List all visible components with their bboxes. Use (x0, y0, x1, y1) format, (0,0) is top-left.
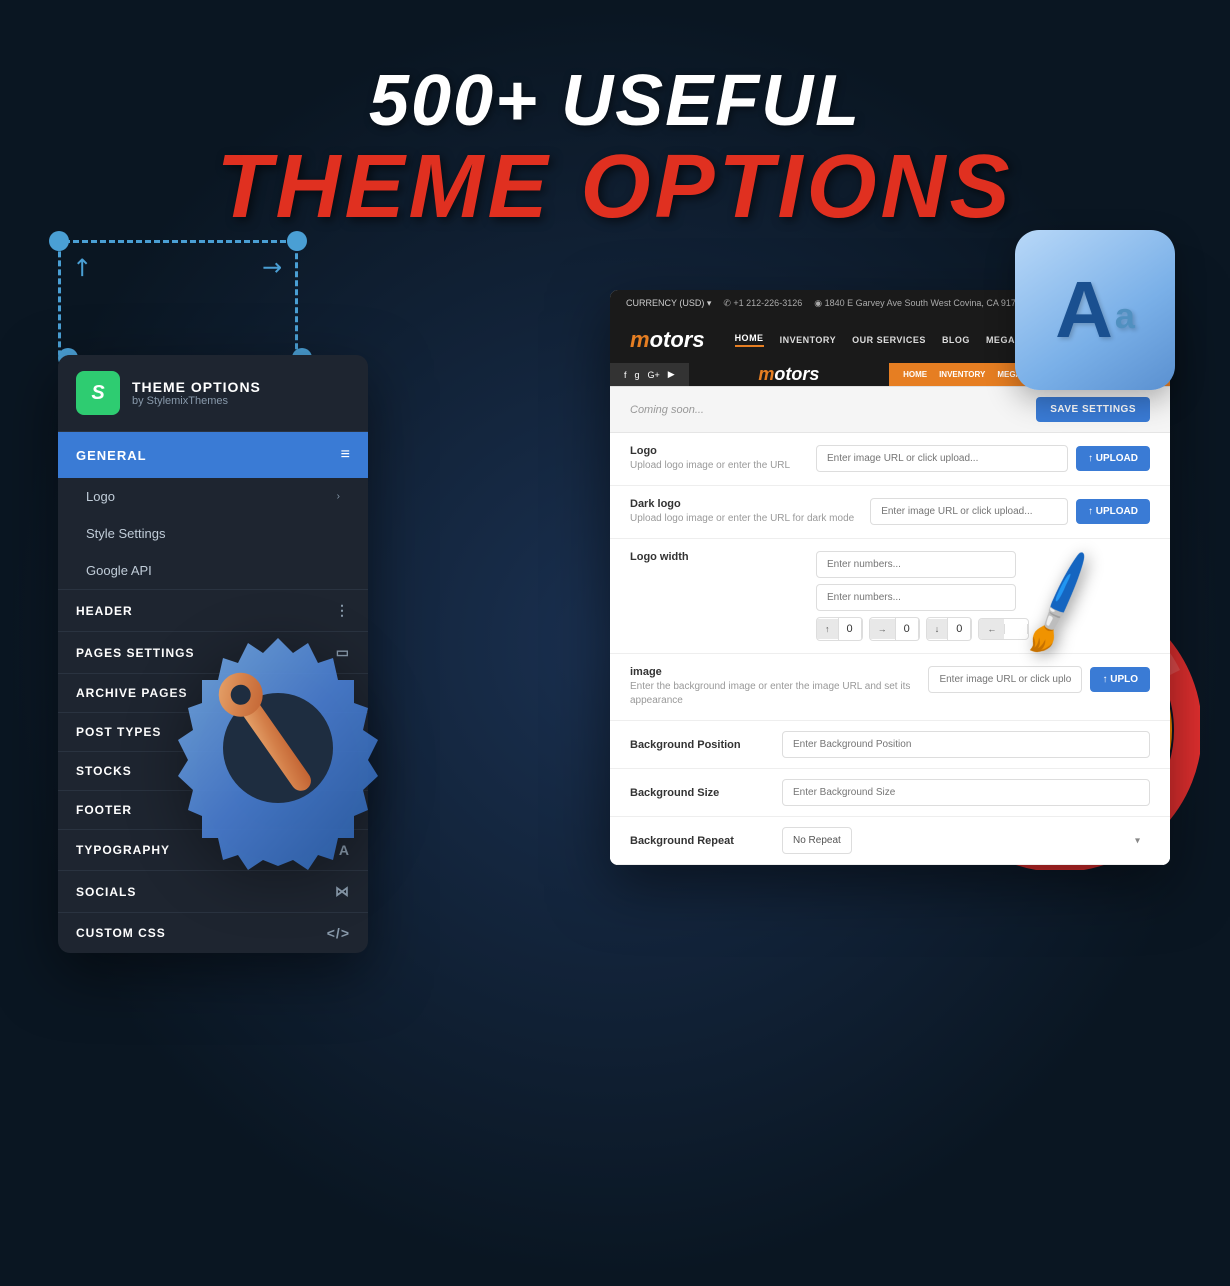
bg-position-input[interactable] (782, 731, 1150, 758)
num-right-group: → 0 (869, 617, 920, 641)
hero-line1: 500+ USEFUL (216, 60, 1013, 142)
num-down-group: ↓ 0 (926, 617, 973, 641)
menu-google-api[interactable]: Google API (58, 552, 368, 589)
nav-inventory[interactable]: INVENTORY (780, 335, 837, 345)
bg-image-input-group: ↑ UPLO (928, 666, 1150, 693)
dark-logo-row: Dark logo Upload logo image or enter the… (610, 486, 1170, 539)
footer-label: FOOTER (76, 803, 132, 817)
hero-section: 500+ USEFUL THEME OPTIONS (216, 60, 1013, 232)
typography-decoration: Aa (1015, 230, 1175, 390)
bg-size-input[interactable] (782, 779, 1150, 806)
google-api-label: Google API (86, 563, 152, 578)
phone-number: ✆ +1 212-226-3126 (723, 298, 802, 309)
currency-selector[interactable]: CURRENCY (USD) ▾ (626, 298, 711, 309)
chevron-icon: › (337, 491, 340, 502)
logo-field-label: Logo (630, 445, 800, 457)
bg-image-row: image Enter the background image or ente… (610, 654, 1170, 721)
coming-soon: Coming soon... (630, 404, 704, 416)
num-down-arrow[interactable]: ↓ (927, 619, 948, 639)
dark-logo-input-group: ↑ UPLOAD (870, 498, 1150, 525)
logo-input-group: ↑ UPLOAD (816, 445, 1150, 472)
typo-small-a: a (1115, 295, 1135, 336)
num-up-group: ↑ 0 (816, 617, 863, 641)
yt-icon: ▶ (668, 369, 675, 380)
logo-url-input[interactable] (816, 445, 1068, 472)
fb-icon-2: f (624, 370, 627, 380)
panel-header: S THEME OPTIONS by StylemixThemes (58, 355, 368, 432)
menu-general[interactable]: GENERAL ≡ (58, 432, 368, 478)
bg-repeat-label: Background Repeat (630, 835, 770, 847)
dark-logo-url-input[interactable] (870, 498, 1068, 525)
dark-logo-upload-button[interactable]: ↑ UPLOAD (1076, 499, 1150, 524)
filter-icon: ≡ (341, 446, 350, 464)
bg-image-url-input[interactable] (928, 666, 1082, 693)
gplus-icon-2: G+ (648, 370, 660, 380)
logo-width-field-label: Logo width (630, 551, 800, 563)
save-settings-button[interactable]: SAVE SETTINGS (1036, 397, 1150, 422)
logo-label: Logo (86, 489, 115, 504)
bg-repeat-select-wrapper: No Repeat Repeat Repeat X Repeat Y (782, 827, 1150, 854)
panel-subtitle: by StylemixThemes (132, 395, 261, 407)
logo-label-group: Logo Upload logo image or enter the URL (630, 445, 800, 473)
typo-bg: Aa (1015, 230, 1175, 390)
gplus-icon: g (635, 370, 640, 380)
bg-repeat-select[interactable]: No Repeat Repeat Repeat X Repeat Y (782, 827, 852, 854)
logo-width-input-1[interactable] (816, 551, 1016, 578)
bg-image-field-desc: Enter the background image or enter the … (630, 680, 912, 708)
typo-letter-a: Aa (1055, 270, 1135, 350)
general-label: GENERAL (76, 448, 147, 463)
style-settings-label: Style Settings (86, 526, 166, 541)
header-label: HEADER (76, 604, 133, 618)
bg-image-field-label: image (630, 666, 912, 678)
stocks-label: STOCKS (76, 764, 132, 778)
num-down-value: 0 (947, 618, 971, 640)
logo-upload-button[interactable]: ↑ UPLOAD (1076, 446, 1150, 471)
dark-logo-field-desc: Upload logo image or enter the URL for d… (630, 512, 854, 526)
bg-position-label: Background Position (630, 739, 770, 751)
socials-label: SOCIALS (76, 885, 136, 899)
panel-logo: S (76, 371, 120, 415)
num-up-arrow[interactable]: ↑ (817, 619, 838, 639)
menu-logo[interactable]: Logo › (58, 478, 368, 515)
nav-home[interactable]: HOME (735, 333, 764, 347)
social-bar: f g G+ ▶ (610, 363, 689, 386)
hero-line2: THEME OPTIONS (216, 142, 1013, 232)
logo-width-input-2[interactable] (816, 584, 1016, 611)
logo-width-label: Logo width (630, 551, 800, 563)
gear-svg (138, 618, 418, 898)
motors-logo-2-container: motors (689, 363, 889, 386)
bg-image-label-group: image Enter the background image or ente… (630, 666, 912, 708)
nav2-home[interactable]: HOME (903, 370, 927, 379)
bg-size-label: Background Size (630, 787, 770, 799)
bg-repeat-row: Background Repeat No Repeat Repeat Repea… (610, 817, 1170, 865)
bg-position-row: Background Position (610, 721, 1170, 769)
num-up-value: 0 (838, 618, 862, 640)
address: ◉ 1840 E Garvey Ave South West Covina, C… (814, 298, 1026, 309)
num-left-arrow[interactable]: ← (979, 619, 1004, 639)
dark-logo-label-group: Dark logo Upload logo image or enter the… (630, 498, 854, 526)
bg-size-row: Background Size (610, 769, 1170, 817)
menu-custom-css[interactable]: CUSTOM CSS </> (58, 912, 368, 953)
logo-field-desc: Upload logo image or enter the URL (630, 459, 800, 473)
num-right-value: 0 (895, 618, 919, 640)
menu-style-settings[interactable]: Style Settings (58, 515, 368, 552)
num-right-arrow[interactable]: → (870, 619, 895, 639)
settings-top-bar: Coming soon... SAVE SETTINGS (610, 387, 1170, 433)
dots-icon: ⋮ (335, 602, 350, 619)
nav2-inventory[interactable]: INVENTORY (939, 370, 985, 379)
dark-logo-field-label: Dark logo (630, 498, 854, 510)
panel-title-group: THEME OPTIONS by StylemixThemes (132, 379, 261, 407)
nav-services[interactable]: OUR SERVICES (852, 335, 926, 345)
motors-logo-2: motors (758, 364, 819, 385)
logo-row: Logo Upload logo image or enter the URL … (610, 433, 1170, 486)
panel-title: THEME OPTIONS (132, 379, 261, 395)
resize-box (58, 240, 298, 360)
bg-image-upload-button[interactable]: ↑ UPLO (1090, 667, 1150, 692)
code-icon: </> (327, 925, 350, 941)
gear-decoration (138, 618, 418, 898)
custom-css-label: CUSTOM CSS (76, 926, 166, 940)
motors-logo: motors (630, 327, 705, 353)
nav-blog[interactable]: BLOG (942, 335, 970, 345)
